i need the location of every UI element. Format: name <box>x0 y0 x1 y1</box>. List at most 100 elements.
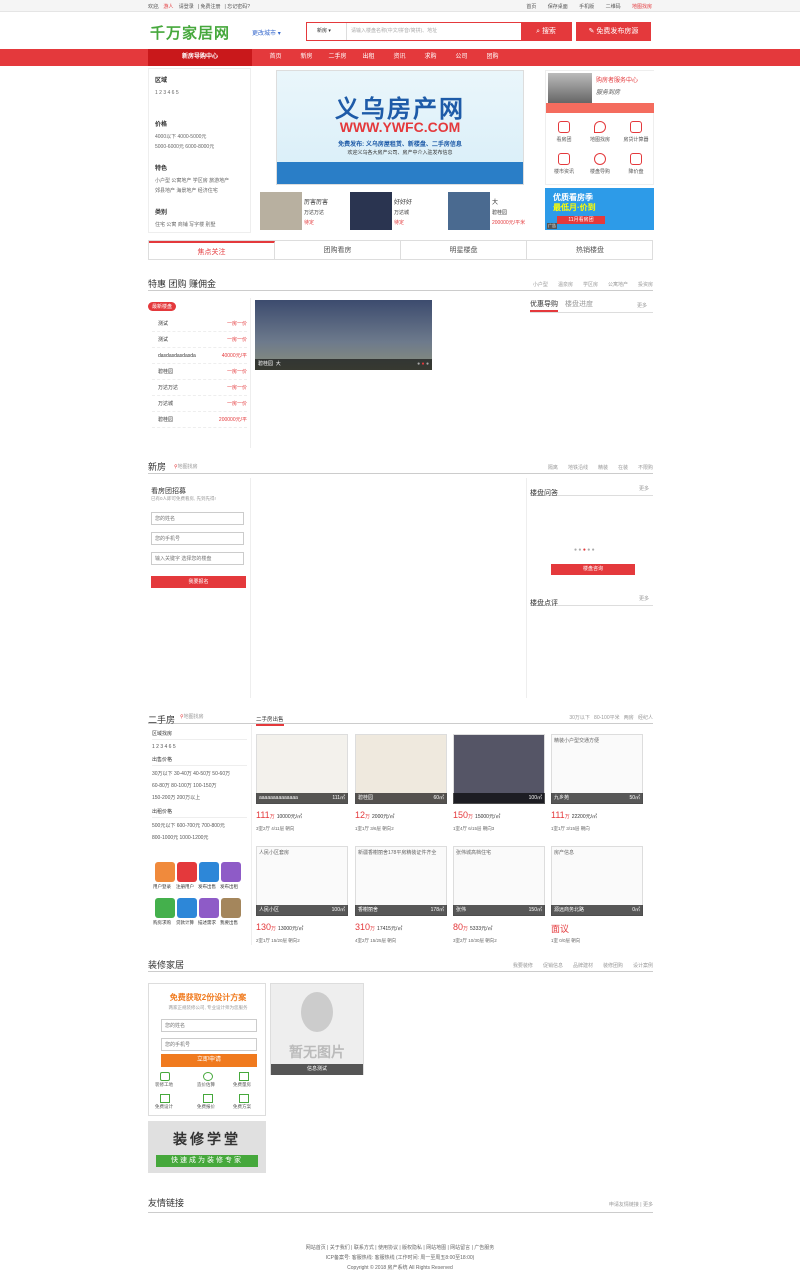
nav-item-company[interactable]: 公司 <box>446 49 477 66</box>
special-link[interactable]: 小户型 <box>533 282 548 288</box>
service-item-tour[interactable]: 看房团 <box>546 119 582 151</box>
mobile-link[interactable]: 手机版 <box>579 4 594 10</box>
home-link[interactable]: 首页 <box>526 4 536 10</box>
name-field[interactable] <box>151 512 244 525</box>
small-label[interactable]: 造价估算 <box>197 1082 215 1088</box>
more-link[interactable]: 更多 <box>637 302 647 309</box>
list-item[interactable]: 万达万达 一房一价 <box>152 380 247 396</box>
special-slideshow[interactable]: 碧桂园 大 ● ● ● <box>255 300 432 370</box>
listing-card[interactable]: 人民小区套房 人民小区 100㎡ 130万 13000元/㎡ 2室1厅 15/20层 朝向… <box>256 846 348 946</box>
price-line[interactable]: 30万以下 30-40万 40-50万 50-60万 <box>152 766 247 780</box>
qrcode-link[interactable]: 二维码 <box>606 4 621 10</box>
deco-school-banner[interactable]: 装修学堂 快速成为装修专家 <box>148 1121 266 1173</box>
more-link[interactable]: 更多 <box>643 1202 653 1208</box>
publish-button[interactable]: ✎ 免费发布房源 <box>576 22 651 41</box>
deco-link[interactable]: 促销信息 <box>543 963 563 969</box>
name-field[interactable] <box>161 1019 257 1032</box>
filter-area-items[interactable]: 1 2 3 4 6 5 <box>155 88 179 98</box>
second-link[interactable]: 经纪人 <box>638 715 653 721</box>
small-label[interactable]: 免费量房 <box>233 1082 251 1088</box>
save-desktop-link[interactable]: 保存桌面 <box>548 4 568 10</box>
filter-feature-line1[interactable]: 小户型 公寓地产 学区房 旅游地产 <box>155 176 229 186</box>
small-label[interactable]: 免费方案 <box>233 1104 251 1110</box>
review-more[interactable]: 更多 <box>639 595 649 602</box>
special-link[interactable]: 公寓地产 <box>608 282 628 288</box>
small-label[interactable]: 免费设计 <box>155 1104 173 1110</box>
service-item-discount[interactable]: 降价盘 <box>618 151 654 183</box>
list-item[interactable]: dasdasdasdasda 40000元/平 <box>152 348 247 364</box>
special-link[interactable]: 学区房 <box>583 282 598 288</box>
listing-card[interactable]: 新疆香榭丽舍178平房精装证件齐全 香榭丽舍 178㎡ 310万 17415元/㎡ 4室2… <box>355 846 447 946</box>
list-item[interactable]: 碧桂园 一房一价 <box>152 364 247 380</box>
service-item-calc[interactable]: 房贷计算器 <box>618 119 654 151</box>
main-banner[interactable]: 义乌房产网 WWW.YWFC.COM 免费发布: 义乌房屋租赁、新楼盘、二手房信… <box>276 70 524 185</box>
listing-card[interactable]: 精装小户型交通方便 九乡苑 50㎡ 111万 22200元/㎡ 1室1厅 3/15层 朝向 <box>551 734 643 834</box>
tab-discount-guide[interactable]: 优惠导购 <box>530 301 558 312</box>
listing-card[interactable]: 碧桂园 60㎡ 12万 2000元/㎡ 1室1厅 3/6层 朝向2 <box>355 734 447 834</box>
deco-link[interactable]: 品牌建材 <box>573 963 593 969</box>
map-link[interactable]: ⚲地图找房 <box>174 463 198 470</box>
special-link[interactable]: 温泉房 <box>558 282 573 288</box>
list-item[interactable]: 碧桂园 200000元/平 <box>152 412 247 428</box>
small-label[interactable]: 免费报价 <box>197 1104 215 1110</box>
service-item-guide[interactable]: 楼盘导购 <box>582 151 618 183</box>
signup-button[interactable]: 我要报名 <box>151 576 246 588</box>
listing-card[interactable]: 100㎡ 150万 15000元/㎡ 1室4厅 6/15层 朝向3 <box>453 734 545 834</box>
search-button[interactable]: ⌕ 搜索 <box>521 23 571 40</box>
price-line[interactable]: 60-80万 80-100万 100-150万 <box>152 780 247 792</box>
tab-star[interactable]: 明星楼盘 <box>401 241 527 260</box>
qa-more[interactable]: 更多 <box>639 485 649 492</box>
rent-line[interactable]: 500元以下 600-700元 700-800元 <box>152 818 247 832</box>
newhouse-link[interactable]: 在装 <box>618 465 628 471</box>
deco-link[interactable]: 我要装修 <box>513 963 533 969</box>
thumb-item[interactable]: 大碧桂园 200000元/平米 <box>446 189 528 234</box>
user-login-icon[interactable] <box>155 862 175 882</box>
slide-dots[interactable]: ● ● ● <box>417 359 429 370</box>
listing-card[interactable]: aaaaaaaaaaaaaa 111㎡ 111万 10000元/㎡ 3室2厅 4/11层… <box>256 734 348 834</box>
nav-item-home[interactable]: 首页 <box>260 49 291 66</box>
list-item[interactable]: 测试 一房一价 <box>152 316 247 332</box>
keyword-field[interactable] <box>151 552 244 565</box>
city-switch[interactable]: 更改城市 ▾ <box>252 28 281 37</box>
footer-links[interactable]: 网站首页 | 关于我们 | 联系方式 | 使用协议 | 版权隐私 | 网站地图 … <box>0 1243 800 1253</box>
map-link[interactable]: ⚲地图找房 <box>180 713 204 720</box>
site-logo[interactable]: 千万家居网 <box>150 22 230 43</box>
listing-card[interactable]: 房产信息 源远商务北路 0㎡ 面议 1室 0/0层 朝向 <box>551 846 643 946</box>
tab-focus[interactable]: 焦点关注 <box>149 241 275 260</box>
register-link[interactable]: 免费注册 <box>201 4 221 10</box>
list-item[interactable]: 测试 一房一价 <box>152 332 247 348</box>
apply-button[interactable]: 立即申请 <box>161 1054 257 1067</box>
filter-price-line1[interactable]: 4000以下 4000-5000元 <box>155 132 214 142</box>
qa-button[interactable]: 楼盘咨询 <box>551 564 635 575</box>
tab-second-sale[interactable]: 二手房出售 <box>256 715 284 726</box>
nav-item-group[interactable]: 团购 <box>477 49 508 66</box>
register-icon[interactable] <box>177 862 197 882</box>
thumb-item[interactable]: 厉害厉害 万达万达 待定 <box>258 189 328 234</box>
thumb-item[interactable]: 好好好 万达城 待定 <box>348 189 413 234</box>
no-image-card[interactable]: 暂无图片 信息测试 <box>270 983 364 1075</box>
deco-link[interactable]: 设计案例 <box>633 963 653 969</box>
search-input[interactable]: 请输入楼盘名称(中文/拼音/简拼)、地址 <box>351 23 521 40</box>
nav-guide-center[interactable]: 新房导购中心 <box>148 49 252 66</box>
nav-item-buy[interactable]: 求购 <box>415 49 446 66</box>
calculator-icon[interactable] <box>177 898 197 918</box>
area-items[interactable]: 1 2 3 4 6 5 <box>152 740 247 752</box>
small-label[interactable]: 装修工地 <box>155 1082 173 1088</box>
filter-type-line[interactable]: 住宅 公寓 商铺 写字楼 别墅 <box>155 220 216 230</box>
nav-item-new[interactable]: 新房 <box>291 49 322 66</box>
filter-price-line2[interactable]: 5000-6000元 6000-8000元 <box>155 142 214 152</box>
home-sale-icon[interactable] <box>199 862 219 882</box>
nav-item-second[interactable]: 二手房 <box>322 49 353 66</box>
second-link[interactable]: 两房 <box>624 715 634 721</box>
second-link[interactable]: 30万以下 <box>569 715 590 721</box>
phone-field[interactable] <box>161 1038 257 1051</box>
nav-item-rent[interactable]: 出租 <box>353 49 384 66</box>
special-link[interactable]: 投资房 <box>638 282 653 288</box>
service-item-map[interactable]: 地图找房 <box>582 119 618 151</box>
newhouse-link[interactable]: 精装 <box>598 465 608 471</box>
tab-progress[interactable]: 楼盘进度 <box>565 301 593 308</box>
list-item[interactable]: 万达城 一房一价 <box>152 396 247 412</box>
service-item-news[interactable]: 楼市资讯 <box>546 151 582 183</box>
newhouse-link[interactable]: 隔离 <box>548 465 558 471</box>
qa-dots[interactable]: ● ● ● ● ● <box>574 547 595 553</box>
